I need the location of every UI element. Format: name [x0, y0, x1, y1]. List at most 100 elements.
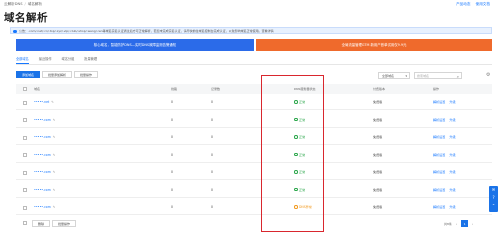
- upgrade-link[interactable]: 升级: [449, 118, 455, 122]
- domain-link[interactable]: •••••.com ✎: [34, 183, 55, 198]
- resolve-settings-link[interactable]: 解析设置: [433, 188, 445, 192]
- edit-icon[interactable]: ✎: [53, 118, 56, 122]
- upgrade-link[interactable]: 升级: [449, 100, 455, 104]
- tab-all-domains[interactable]: 全部域名: [16, 56, 29, 64]
- batch-add-button[interactable]: 批量添加解析: [42, 71, 73, 78]
- promo-banner-dns[interactable]: 核心域名，智能防护DNS—实时DNS故障监测告警通知: [16, 39, 254, 51]
- table-row: •••••.com ✎ 0 0 正常 免费版 解析设置 升级: [16, 130, 492, 145]
- row-checkbox[interactable]: [23, 205, 27, 210]
- table-row: •••••.com ✎ 0 0 正常 免费版 解析设置 升级: [16, 183, 492, 198]
- prev-page-icon[interactable]: ‹: [456, 221, 457, 228]
- delete-button[interactable]: 删除: [32, 220, 51, 227]
- tab-recent[interactable]: 最近操作: [39, 56, 52, 63]
- row-checkbox[interactable]: [23, 135, 27, 140]
- resolve-settings-link[interactable]: 解析设置: [433, 205, 445, 209]
- upgrade-link[interactable]: 升级: [449, 205, 455, 209]
- domain-link[interactable]: •••••.net ✎: [34, 95, 54, 110]
- page-current[interactable]: 1: [461, 220, 469, 227]
- resolve-settings-link[interactable]: 解析设置: [433, 118, 445, 122]
- gear-icon[interactable]: ⚙: [486, 72, 490, 78]
- promo-banner-gtm[interactable]: 全局流量管理GTM 新用户首单试用仅9.9元: [256, 39, 492, 51]
- package-value: 免费版: [373, 100, 383, 104]
- records-value: 0: [211, 135, 213, 139]
- edit-icon[interactable]: ✎: [53, 153, 56, 157]
- edit-icon[interactable]: ✎: [53, 188, 56, 192]
- tab-batch[interactable]: 批量管理: [84, 56, 97, 63]
- floating-help-bar[interactable]: ✉ ? ⌃: [489, 186, 498, 212]
- records-value: 0: [211, 152, 213, 157]
- edit-icon[interactable]: ✎: [51, 100, 54, 104]
- package-value: 免费版: [373, 152, 383, 157]
- page-title: 域名解析: [4, 12, 48, 24]
- table-header: 域名 线路 记录数 DNS服务器状态 付费版本 操作: [16, 84, 492, 94]
- table-footer: 删除 批量操作 共8条 ‹ 1 ›: [16, 219, 492, 229]
- chat-icon[interactable]: ✉: [489, 186, 498, 194]
- product-updates-link[interactable]: 产品动态: [456, 2, 470, 6]
- row-ops: 解析设置 升级: [433, 200, 460, 215]
- domain-filter-select[interactable]: 全部域名 ▾: [378, 72, 410, 79]
- tab-groups[interactable]: 域名分组: [62, 56, 75, 63]
- line-value: 0: [171, 117, 173, 122]
- select-all-checkbox[interactable]: [23, 87, 27, 91]
- edit-icon[interactable]: ✎: [53, 135, 56, 139]
- resolve-settings-link[interactable]: 解析设置: [433, 135, 445, 139]
- upgrade-link[interactable]: 升级: [449, 153, 455, 157]
- resolve-settings-link[interactable]: 解析设置: [433, 170, 445, 174]
- records-value: 0: [211, 187, 213, 192]
- row-checkbox[interactable]: [23, 188, 27, 192]
- table-row: •••••.com ✎ 0 0 DNS异常 免费版 解析设置 升级: [16, 200, 492, 215]
- pagination: 共8条 ‹ 1 ›: [444, 220, 476, 228]
- col-package: 付费版本: [373, 87, 386, 91]
- package-value: 免费版: [373, 135, 383, 139]
- row-checkbox[interactable]: [23, 100, 27, 105]
- upgrade-link[interactable]: 升级: [449, 170, 455, 174]
- line-value: 0: [171, 170, 173, 174]
- chevron-down-icon: ▾: [405, 74, 407, 78]
- table-row: •••••.com ✎ 0 0 正常 免费版 解析设置 升级: [16, 113, 492, 128]
- domain-link[interactable]: •••••.com ✎: [34, 130, 55, 145]
- edit-icon[interactable]: ✎: [53, 205, 56, 209]
- add-domain-button[interactable]: 添加域名: [16, 71, 41, 78]
- package-value: 免费版: [373, 117, 383, 122]
- domain-link[interactable]: •••••.com ✎: [34, 200, 55, 215]
- footer-select-checkbox[interactable]: [23, 221, 27, 225]
- pager-total: 共8条: [444, 222, 452, 226]
- info-icon: [13, 29, 17, 33]
- resolve-settings-link[interactable]: 解析设置: [433, 153, 445, 157]
- upgrade-link[interactable]: 升级: [449, 135, 455, 139]
- table-row: •••••.com ✎ 0 0 正常 免费版 解析设置 升级: [16, 165, 492, 180]
- line-value: 0: [171, 187, 173, 192]
- top-bar: 云解析DNS / 域名解析 产品动态 使用文档: [0, 0, 498, 9]
- search-input[interactable]: 搜索域名 ⌕: [414, 72, 462, 79]
- upgrade-link[interactable]: 升级: [449, 188, 455, 192]
- toolbar: 添加域名 批量添加解析 批量操作: [16, 71, 100, 79]
- top-links: 产品动态 使用文档: [452, 2, 490, 7]
- edit-icon[interactable]: ✎: [53, 170, 56, 174]
- search-icon[interactable]: ⌕: [457, 74, 459, 80]
- notice-bar: 公告：.com/.net/.cn/.top/.xyz/.vip/.club/.s…: [10, 27, 492, 34]
- records-value: 0: [211, 205, 213, 209]
- docs-link[interactable]: 使用文档: [476, 2, 490, 6]
- row-checkbox[interactable]: [23, 118, 27, 122]
- row-checkbox[interactable]: [23, 153, 27, 157]
- domain-link[interactable]: •••••.com ✎: [34, 148, 55, 163]
- row-ops: 解析设置 升级: [433, 183, 460, 198]
- package-value: 免费版: [373, 205, 383, 209]
- top-icon[interactable]: ⌃: [489, 202, 498, 210]
- col-ops: 操作: [433, 87, 440, 91]
- row-ops: 解析设置 升级: [433, 148, 460, 163]
- dns-status-highlight: [261, 75, 324, 232]
- package-value: 免费版: [373, 187, 383, 192]
- table-row: •••••.net ✎ 0 0 正常 免费版 解析设置 升级: [16, 95, 492, 110]
- help-icon[interactable]: ?: [489, 194, 498, 202]
- footer-batch-button[interactable]: 批量操作: [52, 220, 77, 227]
- batch-ops-button[interactable]: 批量操作: [74, 71, 99, 78]
- line-value: 0: [171, 205, 173, 209]
- domain-link[interactable]: •••••.com ✎: [34, 165, 55, 180]
- breadcrumb-root[interactable]: 云解析DNS: [4, 2, 23, 6]
- records-value: 0: [211, 170, 213, 174]
- row-checkbox[interactable]: [23, 170, 27, 175]
- resolve-settings-link[interactable]: 解析设置: [433, 100, 445, 104]
- domain-link[interactable]: •••••.com ✎: [34, 113, 55, 128]
- next-page-icon[interactable]: ›: [472, 221, 473, 228]
